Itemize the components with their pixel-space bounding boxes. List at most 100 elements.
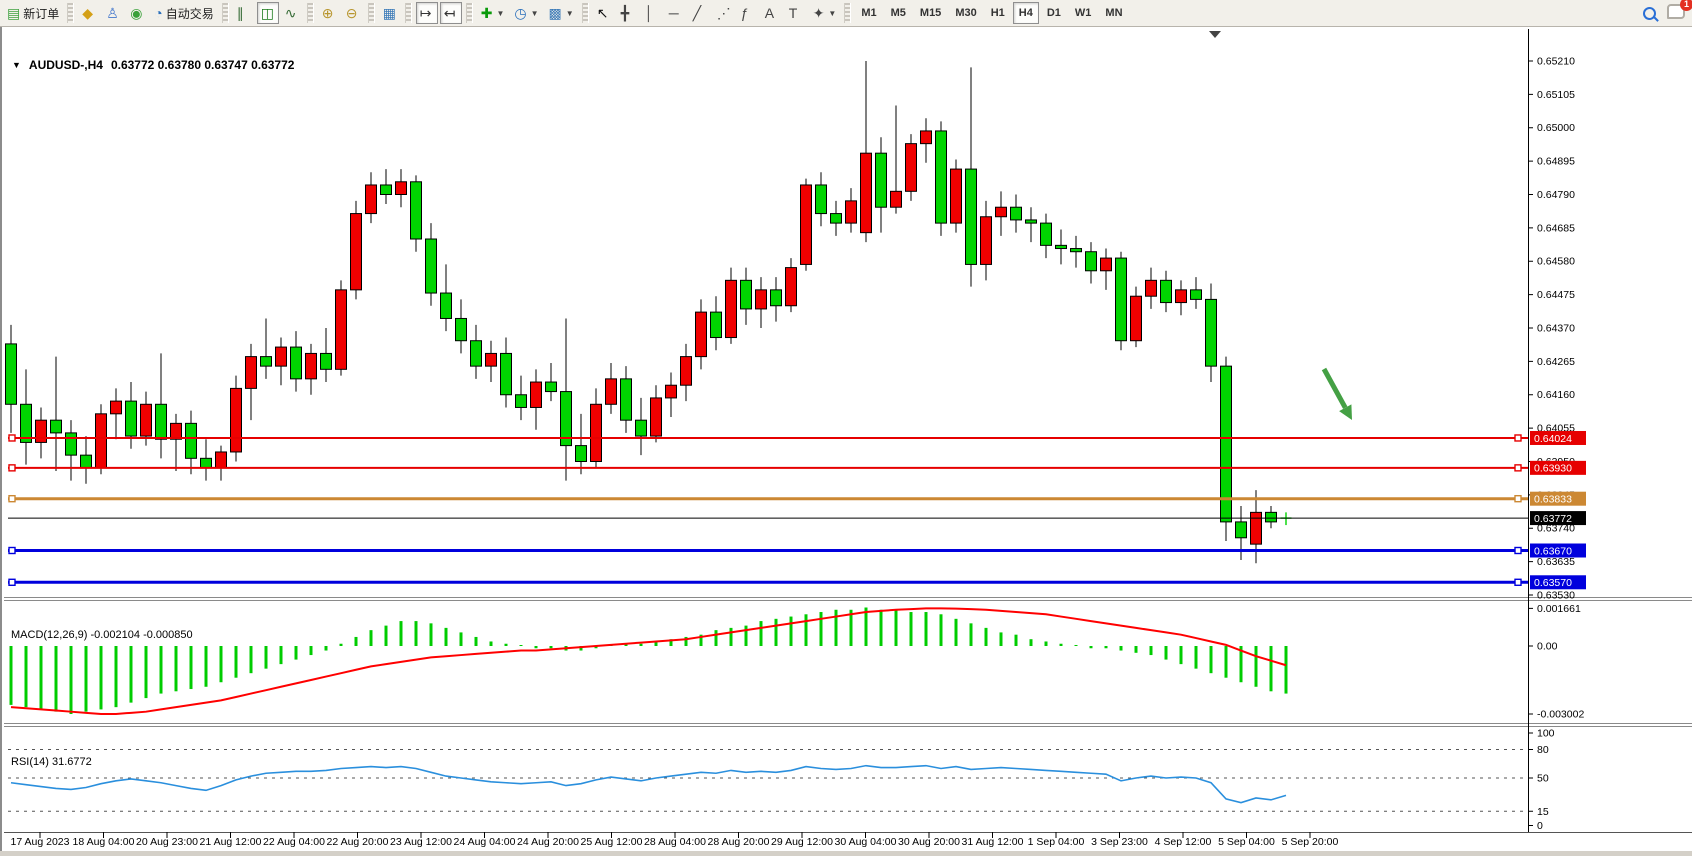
price-flag-label: 0.63670 xyxy=(1534,545,1572,557)
candle-body xyxy=(681,357,692,386)
tile-windows-button[interactable]: ▦ xyxy=(379,2,401,24)
price-tick-label: 0.65210 xyxy=(1537,56,1575,68)
candle-body xyxy=(1191,290,1202,300)
candle-body xyxy=(891,191,902,207)
market-icon[interactable]: ◆ xyxy=(78,2,100,24)
text-label-button[interactable]: T xyxy=(785,2,807,24)
candle-body xyxy=(1041,223,1052,245)
candle-body xyxy=(36,420,47,442)
dropdown-caret-icon[interactable]: ▼ xyxy=(566,9,574,18)
broadcast-icon-icon: ◉ xyxy=(130,6,142,20)
price-tick-label: 0.65105 xyxy=(1537,89,1575,101)
timeframe-d1[interactable]: D1 xyxy=(1041,2,1067,24)
candle-body xyxy=(1116,258,1127,341)
price-flag-label: 0.63833 xyxy=(1534,493,1572,505)
zoom-out-button[interactable]: ⊖ xyxy=(342,2,364,24)
candle-body xyxy=(996,207,1007,217)
cursor-button[interactable]: ↖ xyxy=(593,2,615,24)
timeframe-m5[interactable]: M5 xyxy=(885,2,912,24)
toolbar-group-zoom: ⊕⊖ xyxy=(317,0,365,26)
notifications-button[interactable]: 1 xyxy=(1663,2,1689,24)
chart-ohlc: 0.63772 0.63780 0.63747 0.63772 xyxy=(111,58,295,72)
fibonacci-button[interactable]: ƒ xyxy=(737,2,759,24)
timeframe-m1[interactable]: M1 xyxy=(855,2,882,24)
time-tick-label: 29 Aug 12:00 xyxy=(771,836,833,848)
timeframe-h1[interactable]: H1 xyxy=(985,2,1011,24)
auto-scroll-button[interactable]: ↦ xyxy=(416,2,438,24)
candle-body xyxy=(1206,299,1217,366)
candle-body xyxy=(621,379,632,420)
templates-button[interactable]: ▩▼ xyxy=(545,2,578,24)
search-icon xyxy=(1643,7,1656,20)
candle-body xyxy=(861,153,872,232)
text-button[interactable]: A xyxy=(761,2,783,24)
timeframe-mn[interactable]: MN xyxy=(1099,2,1128,24)
macd-tick-label: 0.001661 xyxy=(1537,603,1581,615)
candle-body xyxy=(591,404,602,461)
candle-body xyxy=(666,385,677,398)
channel-button[interactable]: ⋰ xyxy=(713,2,735,24)
dropdown-caret-icon[interactable]: ▼ xyxy=(496,9,504,18)
trendline-button[interactable]: ╱ xyxy=(689,2,711,24)
chart-window: 0.652100.651050.650000.648950.647900.646… xyxy=(0,27,1692,851)
candle-body xyxy=(111,401,122,414)
indicators-button[interactable]: ✚▼ xyxy=(477,2,509,24)
candle-body xyxy=(546,382,557,392)
bar-chart-button[interactable]: ∥ xyxy=(233,2,255,24)
vertical-line-button[interactable]: │ xyxy=(641,2,663,24)
horizontal-line-button[interactable]: ─ xyxy=(665,2,687,24)
candle-body xyxy=(501,353,512,394)
rsi-tick-label: 100 xyxy=(1537,728,1555,740)
line-chart-button[interactable]: ∿ xyxy=(281,2,303,24)
chart-canvas[interactable]: 0.652100.651050.650000.648950.647900.646… xyxy=(2,27,1692,856)
crosshair-button[interactable]: ╋ xyxy=(617,2,639,24)
autotrading-icon: ◔ xyxy=(154,6,162,20)
candle-body xyxy=(531,382,542,407)
candle-body xyxy=(711,312,722,337)
vertical-line-icon: │ xyxy=(645,6,654,20)
candle-body xyxy=(1086,252,1097,271)
dropdown-caret-icon[interactable]: ▼ xyxy=(828,9,836,18)
chart-shift-button[interactable]: ↤ xyxy=(440,2,462,24)
text-label-icon: T xyxy=(789,6,798,20)
timeframe-m30[interactable]: M30 xyxy=(949,2,982,24)
new-order-button[interactable]: ▤新订单 xyxy=(3,2,63,24)
line-handle xyxy=(1515,579,1521,585)
candle-body xyxy=(456,318,467,340)
candle-body xyxy=(846,201,857,223)
search-button[interactable] xyxy=(1639,2,1661,24)
timeframe-h4[interactable]: H4 xyxy=(1013,2,1039,24)
candle-body xyxy=(156,404,167,439)
candle-body xyxy=(1026,220,1037,223)
candle-body xyxy=(426,239,437,293)
zoom-in-button[interactable]: ⊕ xyxy=(318,2,340,24)
rsi-indicator-label: RSI(14) 31.6772 xyxy=(11,756,92,768)
line-handle xyxy=(9,579,15,585)
timeframe-w1[interactable]: W1 xyxy=(1069,2,1098,24)
candle-body xyxy=(801,185,812,264)
candle-body xyxy=(126,401,137,436)
timeframe-m15[interactable]: M15 xyxy=(914,2,947,24)
zoom-out-icon: ⊖ xyxy=(346,6,358,20)
candle-body xyxy=(366,185,377,214)
dropdown-caret-icon[interactable]: ▼ xyxy=(531,9,539,18)
candlestick-chart-button[interactable]: ◫ xyxy=(257,2,279,24)
time-tick-label: 21 Aug 12:00 xyxy=(200,836,262,848)
crosshair-icon: ╋ xyxy=(621,6,629,20)
arrows-button[interactable]: ✦▼ xyxy=(809,2,841,24)
time-tick-label: 28 Aug 20:00 xyxy=(708,836,770,848)
candle-body xyxy=(171,423,182,439)
periods-button[interactable]: ◷▼ xyxy=(510,2,542,24)
candle-body xyxy=(96,414,107,468)
broadcast-icon[interactable]: ◉ xyxy=(126,2,148,24)
line-handle xyxy=(1515,547,1521,553)
community-icon[interactable]: ♙ xyxy=(102,2,124,24)
autotrading-button[interactable]: ◔自动交易 xyxy=(150,2,217,24)
candle-body xyxy=(351,214,362,290)
chevron-down-icon[interactable]: ▼ xyxy=(12,60,21,70)
candle-body xyxy=(1056,245,1067,248)
price-tick-label: 0.64475 xyxy=(1537,289,1575,301)
candle-body xyxy=(696,312,707,356)
macd-indicator-label: MACD(12,26,9) -0.002104 -0.000850 xyxy=(11,629,193,641)
candle-body xyxy=(516,395,527,408)
